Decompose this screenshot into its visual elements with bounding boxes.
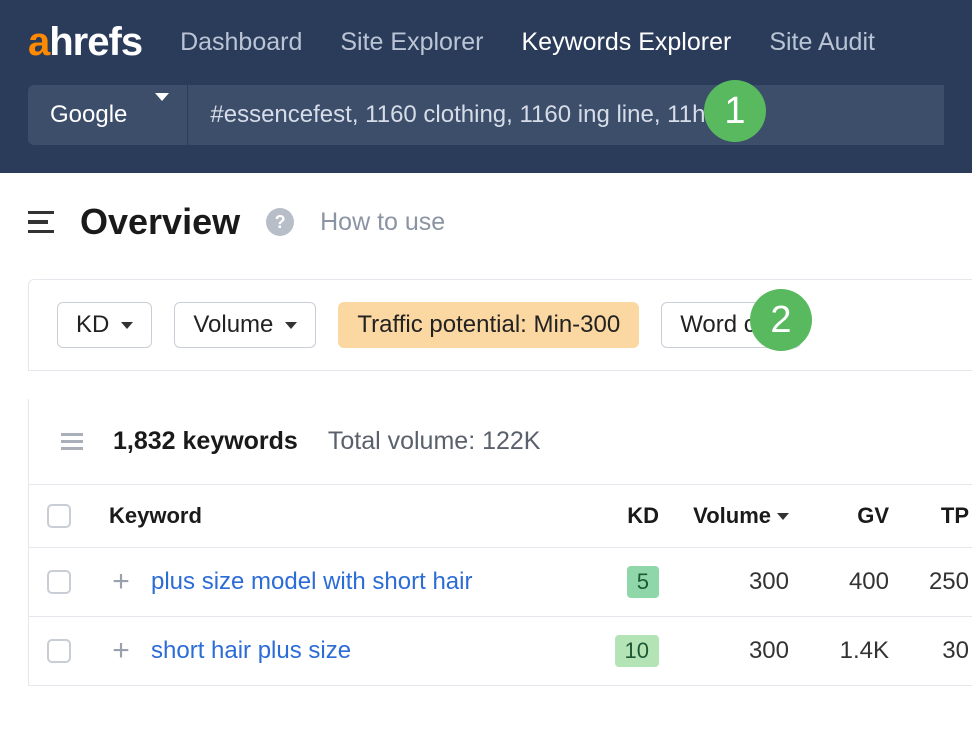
col-volume-label: Volume [693, 503, 771, 529]
col-tp[interactable]: TP [889, 503, 969, 529]
help-icon[interactable]: ? [266, 208, 294, 236]
filter-kd[interactable]: KD [57, 302, 152, 348]
expand-icon[interactable]: + [109, 570, 133, 594]
how-to-use-link[interactable]: How to use [320, 208, 445, 237]
total-volume: Total volume: 122K [328, 427, 541, 456]
logo-rest: hrefs [49, 20, 142, 65]
cell-tp: 30 [889, 637, 969, 665]
filter-kd-label: KD [76, 311, 109, 339]
row-checkbox[interactable] [47, 570, 71, 594]
cell-gv: 400 [789, 568, 889, 596]
expand-icon[interactable]: + [109, 639, 133, 663]
row-checkbox[interactable] [47, 639, 71, 663]
chevron-down-icon [285, 322, 297, 329]
filter-traffic-potential-label: Traffic potential: Min-300 [357, 311, 620, 339]
table-row: + plus size model with short hair 5 300 … [29, 547, 972, 616]
filter-volume[interactable]: Volume [174, 302, 316, 348]
nav-dashboard[interactable]: Dashboard [180, 28, 302, 57]
keywords-table: Keyword KD Volume GV TP + plus size mode… [29, 484, 972, 685]
sort-desc-icon [777, 513, 789, 520]
col-gv[interactable]: GV [789, 503, 889, 529]
kd-badge: 10 [615, 635, 659, 667]
chevron-down-icon [155, 101, 169, 129]
logo[interactable]: ahrefs [28, 20, 142, 65]
page-title: Overview [80, 201, 240, 243]
keyword-search-input[interactable]: #essencefest, 1160 clothing, 1160 ing li… [187, 85, 944, 145]
keyword-link[interactable]: plus size model with short hair [151, 568, 472, 595]
table-header-row: Keyword KD Volume GV TP [29, 484, 972, 547]
filter-volume-label: Volume [193, 311, 273, 339]
col-kd[interactable]: KD [579, 503, 659, 529]
nav-site-explorer[interactable]: Site Explorer [340, 28, 483, 57]
nav-keywords-explorer[interactable]: Keywords Explorer [522, 28, 732, 57]
annotation-badge-1: 1 [704, 80, 766, 142]
table-row: + short hair plus size 10 300 1.4K 30 [29, 616, 972, 685]
nav-site-audit[interactable]: Site Audit [769, 28, 875, 57]
cell-volume: 300 [659, 637, 789, 665]
menu-icon[interactable] [28, 211, 54, 234]
logo-a: a [28, 20, 49, 65]
search-engine-label: Google [50, 101, 127, 129]
filter-traffic-potential[interactable]: Traffic potential: Min-300 [338, 302, 639, 348]
cell-gv: 1.4K [789, 637, 889, 665]
col-keyword[interactable]: Keyword [109, 503, 579, 529]
search-engine-select[interactable]: Google [28, 85, 187, 145]
annotation-badge-2: 2 [750, 289, 812, 351]
search-query-text: #essencefest, 1160 clothing, 1160 ing li… [210, 101, 732, 128]
chevron-down-icon [121, 322, 133, 329]
cell-volume: 300 [659, 568, 789, 596]
kd-badge: 5 [627, 566, 659, 598]
keyword-count: 1,832 keywords [113, 427, 298, 456]
col-volume[interactable]: Volume [659, 503, 789, 529]
list-options-icon[interactable] [61, 433, 83, 450]
select-all-checkbox[interactable] [47, 504, 71, 528]
keyword-link[interactable]: short hair plus size [151, 637, 351, 664]
cell-tp: 250 [889, 568, 969, 596]
